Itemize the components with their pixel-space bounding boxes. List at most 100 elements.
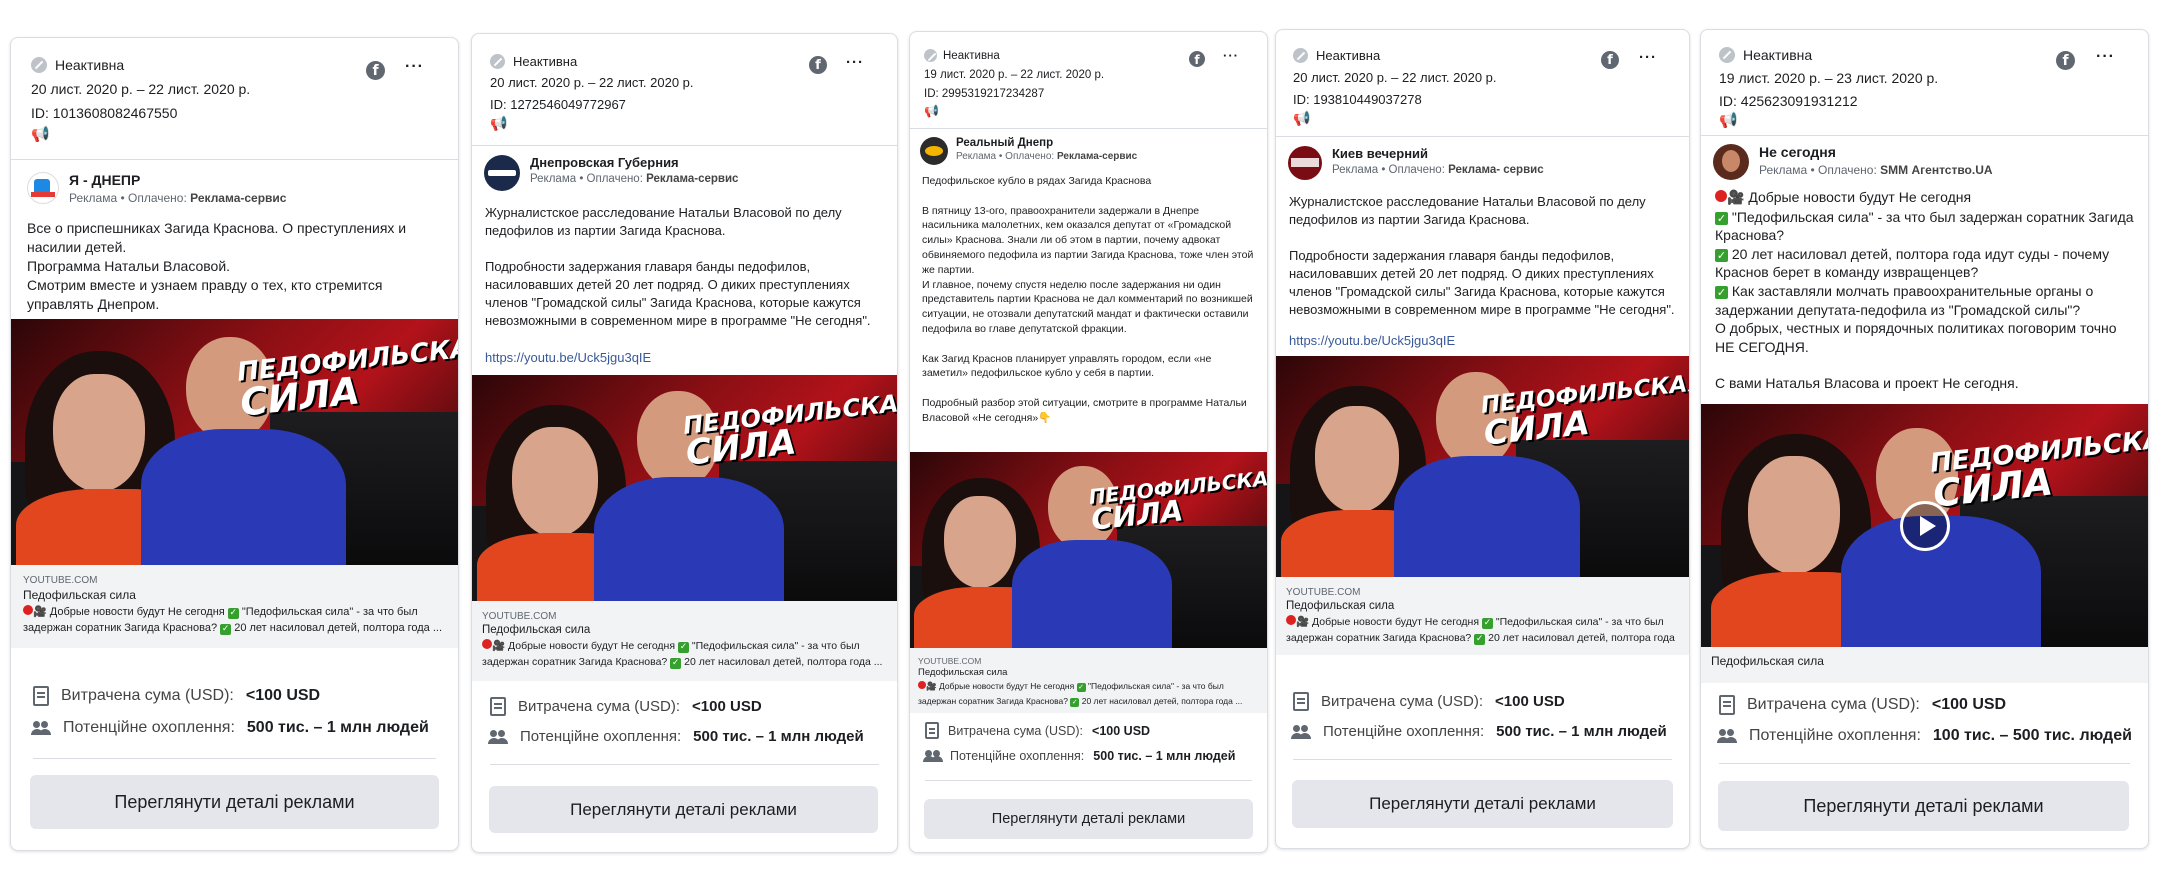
- body-text: Добрые новости будут Не сегодня: [1748, 189, 1972, 205]
- divider: [925, 780, 1252, 781]
- inactive-icon: [1719, 47, 1735, 63]
- status-label: Неактивна: [513, 54, 578, 69]
- advertiser-row: Киев вечерний Реклама • Оплачено: Реклам…: [1276, 137, 1689, 180]
- body-text: "Педофильская сила" - за что был задержа…: [1715, 208, 2134, 244]
- film-emoji: 🎥: [492, 640, 506, 652]
- people-icon: [923, 750, 941, 762]
- advertiser-name[interactable]: Я - ДНЕПР: [69, 172, 286, 188]
- reach-value: 500 тис. – 1 млн людей: [246, 719, 429, 736]
- woman-face: [1748, 456, 1840, 574]
- view-ad-details-button[interactable]: Переглянути деталі реклами: [924, 799, 1253, 839]
- paid-by: Реклама- сервис: [1448, 164, 1544, 176]
- link-preview[interactable]: YOUTUBE.COM Педофильская сила 🎥 Добрые н…: [1276, 577, 1689, 655]
- advertiser-name[interactable]: Киев вечерний: [1332, 146, 1544, 161]
- status-row: Неактивна: [1719, 47, 1812, 63]
- ad-image[interactable]: ПЕДОФИЛЬСКАЯ СИЛА: [472, 375, 897, 601]
- more-options-button[interactable]: ···: [2096, 48, 2115, 66]
- ad-url[interactable]: https://youtu.be/Uck5jgu3qIE: [1276, 333, 1689, 355]
- more-options-button[interactable]: ···: [405, 58, 424, 76]
- check-icon: ✓: [1481, 618, 1493, 629]
- advertiser-name[interactable]: Не сегодня: [1759, 144, 1993, 160]
- view-ad-details-button[interactable]: Переглянути деталі реклами: [30, 775, 439, 829]
- view-ad-details-button[interactable]: Переглянути деталі реклами: [1718, 781, 2129, 831]
- megaphone-icon: 📢: [924, 104, 939, 118]
- divider: [1719, 763, 2130, 764]
- body-line: 🎥 Добрые новости будут Не сегодня: [1715, 188, 2134, 208]
- play-icon[interactable]: [1900, 501, 1950, 551]
- sponsored-label: Реклама • Оплачено:: [1759, 163, 1877, 177]
- reach-row: Потенційне охоплення: 500 тис. – 1 млн лю…: [923, 749, 1235, 763]
- more-options-button[interactable]: ···: [846, 54, 864, 71]
- ad-image[interactable]: ПЕДОФИЛЬСКАЯ СИЛА: [11, 319, 458, 565]
- ad-card: Неактивна 20 лист. 2020 р. – 22 лист. 20…: [10, 37, 459, 851]
- link-desc-part: задержан соратник Загида Краснова?: [918, 696, 1068, 706]
- more-options-button[interactable]: ···: [1223, 48, 1239, 63]
- link-description: 🎥 Добрые новости будут Не сегодня ✓ "Пед…: [1286, 614, 1679, 646]
- ad-url[interactable]: https://youtu.be/Uck5jgu3qIE: [472, 350, 897, 374]
- link-preview[interactable]: YOUTUBE.COM Педофильская сила 🎥 Добрые н…: [910, 648, 1267, 713]
- link-title: Педофильская сила: [1286, 600, 1395, 612]
- red-circle-emoji: [1286, 615, 1296, 625]
- check-icon: ✓: [1715, 248, 1728, 262]
- link-preview[interactable]: YOUTUBE.COM Педофильская сила 🎥 Добрые н…: [472, 601, 897, 681]
- link-desc-part: "Педофильская сила" - за что был: [1087, 681, 1224, 691]
- more-options-button[interactable]: ···: [1639, 49, 1657, 66]
- ad-body: Журналистское расследование Натальи Влас…: [485, 205, 871, 328]
- ad-image[interactable]: ПЕДОФИЛЬСКАЯ СИЛА: [1276, 356, 1689, 577]
- check-icon: ✓: [1715, 285, 1728, 299]
- film-emoji: 🎥: [1296, 616, 1310, 628]
- red-circle-emoji: [23, 605, 33, 615]
- paid-by: Реклама-сервис: [1056, 151, 1138, 162]
- sponsored-line: Реклама • Оплачено: Реклама-сервис: [956, 151, 1137, 162]
- link-preview[interactable]: YOUTUBE.COM Педофильская сила 🎥 Добрые н…: [11, 565, 458, 648]
- check-icon: ✓: [220, 624, 232, 635]
- link-domain: YOUTUBE.COM: [918, 656, 982, 666]
- spend-label: Витрачена сума (USD):: [948, 723, 1084, 738]
- ad-id: ID: 2995319217234287: [924, 88, 1045, 100]
- link-desc-part: 20 лет насиловал детей, полтора года ...: [684, 656, 883, 668]
- spend-value: <100 USD: [1931, 696, 2007, 713]
- link-domain: YOUTUBE.COM: [1286, 587, 1361, 598]
- status-label: Неактивна: [943, 49, 1000, 62]
- ad-video[interactable]: ПЕДОФИЛЬСКАЯ СИЛА: [1701, 404, 2148, 647]
- spend-row: Витрачена сума (USD): <100 USD: [490, 697, 762, 716]
- body-line: ✓ Как заставляли молчать правоохранитель…: [1715, 282, 2134, 319]
- sponsored-label: Реклама • Оплачено:: [530, 173, 643, 185]
- reach-label: Потенційне охоплення:: [520, 728, 682, 745]
- ad-image[interactable]: ПЕДОФИЛЬСКАЯ СИЛА: [910, 452, 1267, 648]
- link-title: Педофильская сила: [23, 588, 136, 602]
- link-desc-part: "Педофильская сила" - за что был: [1495, 616, 1664, 628]
- reach-row: Потенційне охоплення: 100 тис. – 500 тис.…: [1717, 727, 2132, 745]
- ad-body: Журналистское расследование Натальи Влас…: [1289, 194, 1675, 317]
- view-ad-details-button[interactable]: Переглянути деталі реклами: [489, 786, 878, 833]
- reach-label: Потенційне охоплення:: [950, 749, 1085, 763]
- advertiser-avatar: [1713, 144, 1749, 180]
- people-icon: [31, 721, 51, 735]
- inactive-icon: [31, 57, 47, 73]
- woman-face: [53, 374, 145, 492]
- sponsored-line: Реклама • Оплачено: Реклама- сервис: [1332, 164, 1544, 176]
- ad-meta: Неактивна 20 лист. 2020 р. – 22 лист. 20…: [472, 34, 897, 145]
- reach-label: Потенційне охоплення:: [63, 719, 235, 736]
- advertiser-name[interactable]: Реальный Днепр: [956, 137, 1137, 149]
- advertiser-name[interactable]: Днепровская Губерния: [530, 155, 738, 170]
- view-ad-details-button[interactable]: Переглянути деталі реклами: [1292, 780, 1673, 828]
- reach-row: Потенційне охоплення: 500 тис. – 1 млн лю…: [1291, 723, 1667, 740]
- link-title: Педофильская сила: [482, 624, 591, 636]
- sponsored-line: Реклама • Оплачено: Реклама-сервис: [530, 173, 738, 185]
- link-domain: YOUTUBE.COM: [482, 611, 557, 622]
- link-desc-part: Добрые новости будут Не сегодня: [508, 640, 676, 652]
- people-icon: [1717, 729, 1737, 743]
- ad-meta: Неактивна 19 лист. 2020 р. – 22 лист. 20…: [910, 32, 1267, 128]
- receipt-icon: [33, 686, 49, 706]
- divider: [1293, 759, 1672, 760]
- woman-face: [1315, 406, 1399, 513]
- body-line: О добрых, честных и порядочных политиках…: [1715, 320, 2117, 355]
- facebook-icon: f: [1189, 51, 1205, 67]
- inactive-icon: [490, 54, 505, 69]
- receipt-icon: [490, 697, 506, 716]
- run-dates: 20 лист. 2020 р. – 22 лист. 2020 р.: [490, 75, 694, 90]
- body-text: Как заставляли молчать правоохранительны…: [1715, 282, 2094, 318]
- ad-id: ID: 193810449037278: [1293, 92, 1422, 107]
- ad-meta: Неактивна 20 лист. 2020 р. – 22 лист. 20…: [1276, 30, 1689, 136]
